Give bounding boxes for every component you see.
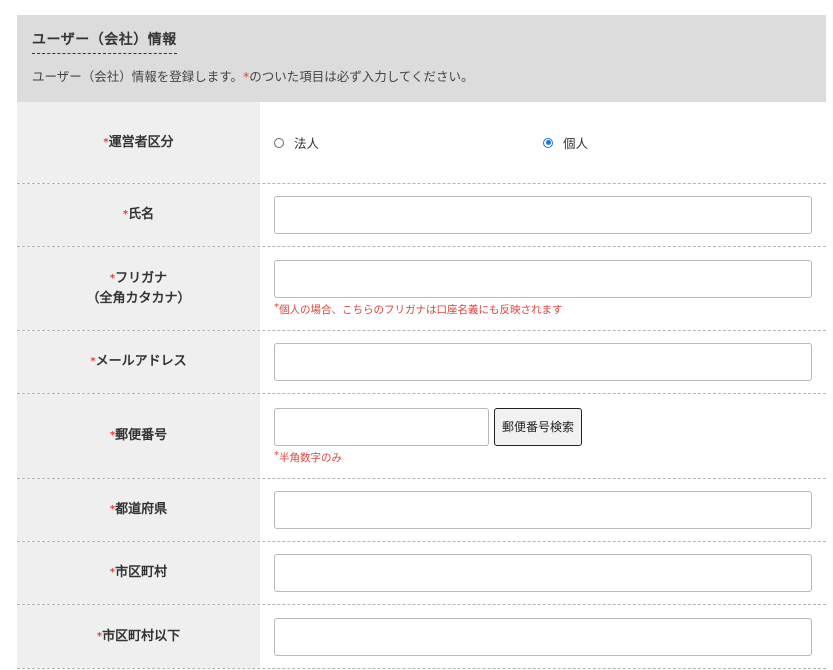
label-operator-type: *運営者区分 [17,102,260,183]
user-company-info-panel: ユーザー（会社）情報 ユーザー（会社）情報を登録します。*のついた項目は必ず入力… [17,15,826,669]
prefecture-input[interactable] [274,491,812,529]
field-email [260,331,826,393]
field-furigana: *個人の場合、こちらのフリガナは口座名義にも反映されます [260,247,826,330]
required-mark: * [109,567,116,578]
field-operator-type: 法人 個人 [260,102,826,183]
radio-individual[interactable]: 個人 [543,133,588,152]
required-mark: * [90,356,96,367]
field-zip: 郵便番号検索 *半角数字のみ [260,394,826,478]
section-header: ユーザー（会社）情報 ユーザー（会社）情報を登録します。*のついた項目は必ず入力… [17,15,826,102]
address-input[interactable] [274,617,812,656]
required-mark: * [96,630,103,642]
furigana-note: *個人の場合、こちらのフリガナは口座名義にも反映されます [274,302,563,316]
field-name [260,184,826,246]
email-input[interactable] [274,343,812,381]
city-input[interactable] [274,554,812,592]
field-city [260,542,826,604]
section-description: ユーザー（会社）情報を登録します。*のついた項目は必ず入力してください。 [32,66,811,85]
zip-input[interactable] [274,407,489,446]
zip-line: 郵便番号検索 [274,407,812,446]
radio-circle-icon[interactable] [274,137,284,148]
row-email: *メールアドレス [17,331,826,394]
radio-corporation[interactable]: 法人 [274,133,543,152]
field-prefecture [260,479,826,541]
row-operator-type: *運営者区分 法人 個人 [17,102,826,184]
required-mark: * [109,272,116,284]
label-furigana: *フリガナ （全角カタカナ） [17,247,260,330]
row-prefecture: *都道府県 [17,479,826,542]
furigana-input[interactable] [274,260,812,298]
section-title: ユーザー（会社）情報 [32,29,177,54]
label-email: *メールアドレス [17,331,260,393]
row-address: *市区町村以下 [17,605,826,669]
radio-checked-icon[interactable] [543,137,553,148]
label-city: *市区町村 [17,542,260,604]
required-mark: * [109,504,116,515]
label-name: *氏名 [17,184,260,246]
operator-type-radio-group: 法人 個人 [274,133,812,152]
label-zip: *郵便番号 [17,394,260,478]
row-zip: *郵便番号 郵便番号検索 *半角数字のみ [17,394,826,479]
label-furigana-sub: （全角カタカナ） [86,290,191,306]
label-prefecture: *都道府県 [17,479,260,541]
name-input[interactable] [274,196,812,234]
row-name: *氏名 [17,184,826,247]
zip-search-button[interactable]: 郵便番号検索 [494,407,583,446]
zip-note: *半角数字のみ [274,449,342,464]
required-mark: * [109,430,116,441]
label-address: *市区町村以下 [17,605,260,668]
field-address [260,605,826,668]
row-furigana: *フリガナ （全角カタカナ） *個人の場合、こちらのフリガナは口座名義にも反映さ… [17,247,826,331]
row-city: *市区町村 [17,542,826,605]
description-text-after: のついた項目は必ず入力してください。 [249,69,474,84]
required-mark: * [103,136,109,148]
required-mark: * [122,209,129,220]
description-text: ユーザー（会社）情報を登録します。 [32,69,244,84]
